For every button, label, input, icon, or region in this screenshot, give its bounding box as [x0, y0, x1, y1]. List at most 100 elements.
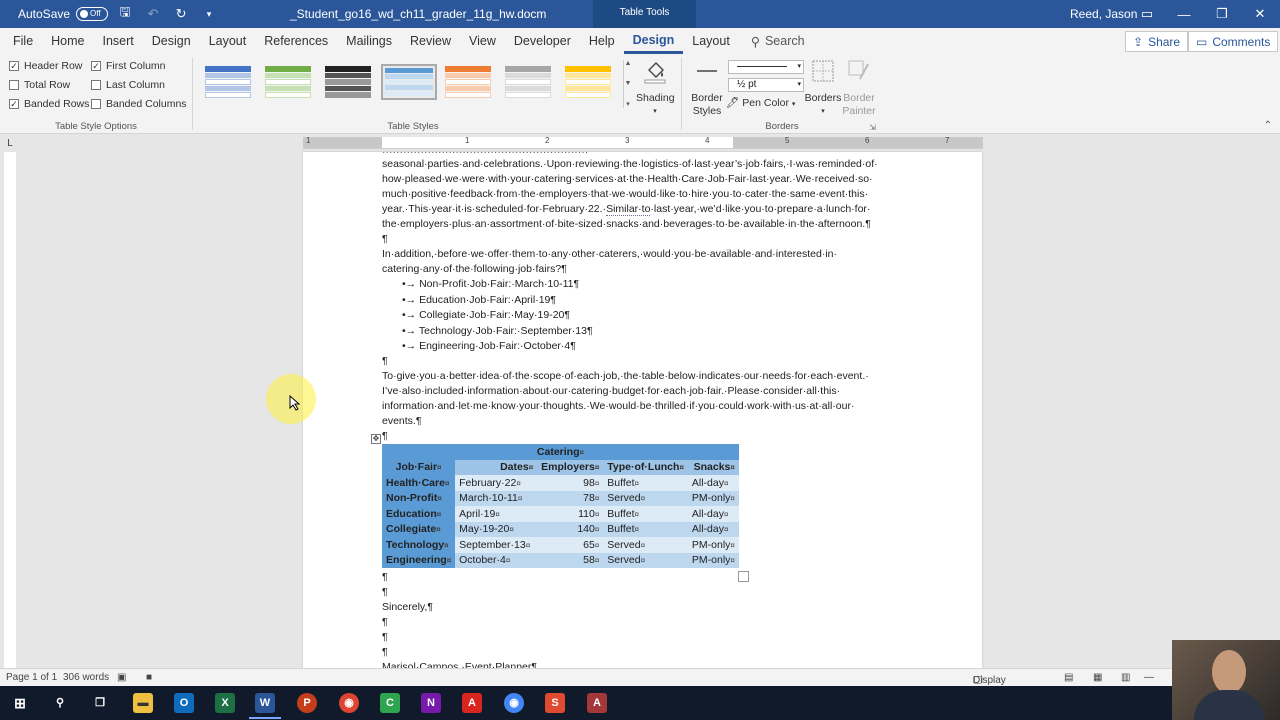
- banded-columns-checkbox[interactable]: Banded Columns: [91, 98, 187, 110]
- customize-qat-icon[interactable]: ▾: [198, 3, 220, 25]
- access-icon[interactable]: A: [587, 693, 607, 713]
- table-style-light-blue-selected[interactable]: [381, 64, 437, 100]
- catering-table[interactable]: Catering¤ Job·Fair¤ Dates¤ Employers¤ Ty…: [382, 444, 739, 568]
- header-cell[interactable]: Employers¤: [537, 459, 604, 475]
- table-cell[interactable]: 65¤: [537, 537, 604, 553]
- table-title-cell[interactable]: Catering¤: [382, 444, 739, 460]
- line-weight-dropdown[interactable]: ½ pt ▾: [728, 78, 804, 92]
- table-cell[interactable]: Non-Profit¤: [382, 490, 456, 506]
- first-column-checkbox[interactable]: ✓ First Column: [91, 60, 166, 72]
- tab-mailings[interactable]: Mailings: [337, 28, 401, 54]
- scroll-down-icon[interactable]: ▼: [625, 80, 632, 87]
- autosave-toggle[interactable]: Off: [76, 7, 109, 21]
- shading-button[interactable]: Shading ▾: [636, 58, 675, 118]
- macro-record-icon[interactable]: ■: [146, 672, 152, 683]
- tab-view[interactable]: View: [460, 28, 505, 54]
- table-cell[interactable]: Served¤: [603, 490, 688, 506]
- zoom-out-icon[interactable]: —: [1144, 672, 1154, 683]
- acrobat-icon[interactable]: A: [462, 693, 482, 713]
- proofing-icon[interactable]: ▣: [117, 672, 126, 683]
- read-mode-icon[interactable]: ▤: [1064, 672, 1073, 683]
- table-style-orange[interactable]: [443, 64, 493, 100]
- table-cell[interactable]: 58¤: [537, 552, 604, 568]
- table-style-black[interactable]: [323, 64, 373, 100]
- table-cell[interactable]: All-day¤: [687, 521, 739, 537]
- header-row-checkbox[interactable]: ✓ Header Row: [9, 60, 82, 72]
- share-button[interactable]: ⇪ Share: [1125, 31, 1189, 52]
- web-layout-icon[interactable]: ▥: [1121, 672, 1130, 683]
- gallery-scroll[interactable]: ▲ ▼ ▾: [623, 60, 632, 108]
- tab-file[interactable]: File: [4, 28, 42, 54]
- onenote-icon[interactable]: N: [421, 693, 441, 713]
- table-cell[interactable]: September·13¤: [455, 537, 538, 553]
- tab-table-design[interactable]: Design: [623, 28, 684, 54]
- redo-icon[interactable]: ↻: [170, 3, 192, 25]
- table-cell[interactable]: All-day¤: [687, 506, 739, 522]
- table-cell[interactable]: October·4¤: [455, 552, 538, 568]
- autosave-control[interactable]: AutoSave Off: [18, 7, 109, 21]
- scroll-up-icon[interactable]: ▲: [625, 60, 632, 67]
- header-cell[interactable]: Snacks¤: [687, 459, 739, 475]
- dialog-launcher-icon[interactable]: ⇲: [869, 123, 876, 132]
- table-cell[interactable]: Collegiate¤: [382, 521, 456, 537]
- task-view-icon[interactable]: ❐: [90, 693, 110, 713]
- table-move-handle-icon[interactable]: ✥: [371, 434, 381, 444]
- tab-selector-icon[interactable]: L: [4, 138, 16, 150]
- pen-color-button[interactable]: 🖊 Pen Color ▾: [726, 97, 806, 111]
- table-cell[interactable]: PM-only¤: [687, 552, 739, 568]
- windows-start-icon[interactable]: ⊞: [10, 693, 30, 713]
- outlook-icon[interactable]: O: [174, 693, 194, 713]
- table-cell[interactable]: 140¤: [537, 521, 604, 537]
- tab-developer[interactable]: Developer: [505, 28, 580, 54]
- table-cell[interactable]: March·10-11¤: [455, 490, 538, 506]
- search-icon[interactable]: ⚲: [50, 693, 70, 713]
- close-icon[interactable]: ✕: [1241, 0, 1279, 28]
- tell-me-search[interactable]: ⚲ Search: [739, 34, 805, 49]
- table-cell[interactable]: Served¤: [603, 552, 688, 568]
- file-explorer-icon[interactable]: ▬: [133, 693, 153, 713]
- tab-home[interactable]: Home: [42, 28, 93, 54]
- border-styles-button[interactable]: Border Styles: [687, 58, 727, 118]
- table-style-gold[interactable]: [563, 64, 613, 100]
- comments-button[interactable]: ▭ Comments: [1188, 31, 1279, 52]
- word-count[interactable]: 306 words: [63, 672, 109, 683]
- table-cell[interactable]: Buffet¤: [603, 475, 688, 491]
- borders-button[interactable]: Borders ▾: [804, 58, 842, 118]
- banded-rows-checkbox[interactable]: ✓ Banded Rows: [9, 98, 89, 110]
- table-resize-handle[interactable]: [738, 571, 749, 582]
- table-cell[interactable]: Technology¤: [382, 537, 456, 553]
- table-cell[interactable]: Buffet¤: [603, 506, 688, 522]
- undo-icon[interactable]: ↶: [142, 3, 164, 25]
- table-cell[interactable]: 78¤: [537, 490, 604, 506]
- table-cell[interactable]: February·22¤: [455, 475, 538, 491]
- tab-layout[interactable]: Layout: [200, 28, 256, 54]
- total-row-checkbox[interactable]: Total Row: [9, 79, 70, 91]
- grammar-flagged-text[interactable]: Similar·to: [606, 203, 651, 216]
- table-style-green[interactable]: [263, 64, 313, 100]
- header-cell[interactable]: Job·Fair¤: [382, 459, 456, 475]
- table-cell[interactable]: Health·Care¤: [382, 475, 456, 491]
- table-cell[interactable]: PM-only¤: [687, 490, 739, 506]
- gallery-more-icon[interactable]: ▾: [626, 100, 630, 108]
- excel-icon[interactable]: X: [215, 693, 235, 713]
- border-painter-button[interactable]: Border Painter: [840, 58, 878, 118]
- header-cell[interactable]: Dates¤: [455, 459, 538, 475]
- table-cell[interactable]: Engineering¤: [382, 552, 456, 568]
- tab-design[interactable]: Design: [143, 28, 200, 54]
- save-icon[interactable]: 🖫: [114, 3, 136, 25]
- powerpoint-icon[interactable]: P: [297, 693, 317, 713]
- vertical-ruler[interactable]: [4, 152, 16, 672]
- table-cell[interactable]: Education¤: [382, 506, 456, 522]
- minimize-icon[interactable]: —: [1165, 0, 1203, 28]
- last-column-checkbox[interactable]: Last Column: [91, 79, 165, 91]
- print-layout-icon[interactable]: ▦: [1093, 672, 1102, 683]
- table-cell[interactable]: 110¤: [537, 506, 604, 522]
- table-cell[interactable]: May·19-20¤: [455, 521, 538, 537]
- ribbon-display-options-icon[interactable]: ▭: [1128, 0, 1166, 28]
- chrome-profile-icon[interactable]: ◉: [504, 693, 524, 713]
- table-style-gray[interactable]: [503, 64, 553, 100]
- tab-review[interactable]: Review: [401, 28, 460, 54]
- snagit-icon[interactable]: S: [545, 693, 565, 713]
- camtasia-icon[interactable]: C: [380, 693, 400, 713]
- word-icon[interactable]: W: [249, 693, 281, 719]
